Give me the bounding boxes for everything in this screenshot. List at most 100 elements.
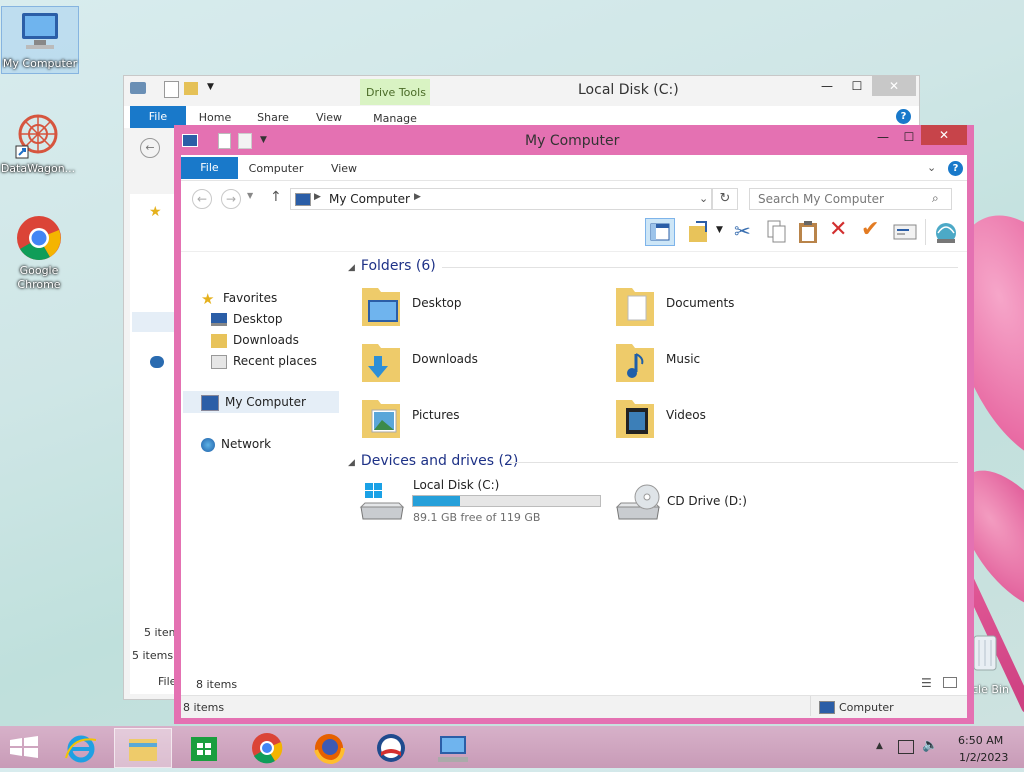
title-bar: ▼: [124, 76, 919, 106]
recent-locations-icon[interactable]: ▼: [247, 191, 253, 200]
drive-d-label: CD Drive (D:): [667, 494, 747, 508]
computer-small-icon: [182, 134, 198, 147]
volume-tray-icon[interactable]: 🔈: [922, 738, 938, 753]
properties-icon[interactable]: [164, 81, 179, 98]
network-tray-icon[interactable]: [898, 740, 914, 754]
folder-pictures[interactable]: Pictures: [360, 394, 600, 444]
folder-label: Downloads: [412, 352, 478, 366]
taskbar-store[interactable]: [176, 728, 234, 768]
large-icons-view-icon[interactable]: [943, 677, 957, 688]
tab-file[interactable]: File: [181, 157, 238, 179]
rename-checkmark-icon[interactable]: ✔: [861, 217, 879, 242]
taskbar-file-explorer[interactable]: [114, 728, 172, 768]
folder-videos[interactable]: Videos: [614, 394, 854, 444]
folder-options-icon[interactable]: [686, 218, 712, 246]
breadcrumb-my-computer[interactable]: My Computer: [329, 192, 410, 206]
folder-documents[interactable]: Documents: [614, 282, 854, 332]
search-input[interactable]: Search My Computer: [758, 192, 884, 206]
my-computer-window[interactable]: ▼ My Computer — ☐ ✕ File Computer View ⌄…: [174, 125, 974, 724]
properties-card-icon[interactable]: [893, 223, 917, 241]
desktop-icon-my-computer[interactable]: My Computer: [1, 6, 79, 74]
forward-button[interactable]: →: [221, 189, 241, 209]
nav-downloads[interactable]: Downloads: [211, 330, 299, 351]
desktop-icon-chrome[interactable]: Google Chrome: [1, 214, 77, 292]
close-button[interactable]: ✕: [921, 125, 967, 145]
favorites-icon: ★: [149, 204, 162, 220]
folder-music[interactable]: Music: [614, 338, 854, 388]
back-button[interactable]: ←: [192, 189, 212, 209]
section-rule: [510, 462, 958, 463]
network-icon: [150, 356, 164, 368]
nav-favorites[interactable]: ★ Favorites: [201, 288, 277, 309]
cd-drive-icon: [613, 481, 663, 523]
details-view-icon[interactable]: ☰: [921, 676, 932, 690]
preview-pane-button[interactable]: [645, 218, 675, 246]
status-divider: [810, 696, 811, 716]
nav-selected-row[interactable]: [132, 312, 176, 332]
desktop-icon-label: My Computer: [2, 57, 78, 70]
paste-icon[interactable]: [797, 219, 819, 245]
folder-options-dropdown-icon[interactable]: ▼: [716, 225, 723, 235]
devices-section-header[interactable]: ◢ Devices and drives (2): [348, 453, 958, 469]
tab-computer[interactable]: Computer: [245, 158, 307, 180]
collapse-arrow-icon: ◢: [348, 263, 355, 273]
cut-icon[interactable]: ✂: [734, 219, 751, 243]
search-box[interactable]: Search My Computer ⌕: [749, 188, 952, 210]
nav-pane: [130, 194, 174, 694]
nav-label: Network: [221, 437, 272, 451]
recent-places-icon: [211, 354, 227, 369]
ribbon-collapse-icon[interactable]: ⌄: [927, 161, 936, 174]
clock-time[interactable]: 6:50 AM: [958, 734, 1003, 747]
folders-section-header[interactable]: ◢ Folders (6): [348, 258, 958, 274]
folder-label: Music: [666, 352, 701, 366]
nav-desktop[interactable]: Desktop: [211, 309, 283, 330]
window-body: File Computer View ⌄ ? ← → ▼ ↑ ▶ My Comp…: [181, 155, 967, 718]
qat-dropdown-icon[interactable]: ▼: [260, 135, 267, 145]
folder-downloads[interactable]: Downloads: [360, 338, 600, 388]
copy-icon[interactable]: [765, 219, 787, 245]
refresh-button[interactable]: ↻: [712, 188, 738, 210]
computer-icon: [16, 7, 64, 55]
properties-icon[interactable]: [218, 133, 231, 149]
help-icon[interactable]: ?: [896, 109, 911, 124]
taskbar-campaign-app[interactable]: [362, 728, 420, 768]
new-folder-icon[interactable]: [184, 82, 198, 95]
show-hidden-icons-button[interactable]: ▲: [876, 741, 883, 751]
nav-recent-places[interactable]: Recent places: [211, 351, 317, 372]
nav-label: My Computer: [225, 395, 306, 409]
close-button[interactable]: ✕: [872, 76, 916, 96]
up-button[interactable]: ↑: [270, 189, 282, 205]
nav-my-computer[interactable]: My Computer: [201, 392, 306, 413]
clock-date[interactable]: 1/2/2023: [959, 751, 1008, 764]
taskbar-internet-explorer[interactable]: [52, 728, 110, 768]
new-folder-icon[interactable]: [238, 133, 252, 149]
delete-icon[interactable]: ✕: [829, 217, 847, 242]
address-bar[interactable]: ▶ My Computer ▶ ⌄: [290, 188, 712, 210]
taskbar-my-computer[interactable]: [424, 728, 482, 768]
firefox-icon: [314, 734, 345, 765]
help-icon[interactable]: ?: [948, 161, 963, 176]
status-item-count: 8 items: [183, 701, 225, 714]
section-rule: [442, 267, 958, 268]
start-button[interactable]: [0, 726, 48, 768]
breadcrumb-separator-icon: ▶: [314, 192, 321, 202]
desktop-icon-label: DataWagon...: [0, 162, 76, 175]
ribbon-divider: [181, 180, 967, 181]
campaign-logo-icon: [377, 734, 405, 762]
folder-label: Desktop: [412, 296, 462, 310]
nav-network[interactable]: Network: [201, 434, 271, 455]
back-nav-button[interactable]: ←: [140, 138, 160, 158]
taskbar-firefox[interactable]: [300, 728, 358, 768]
drive-c[interactable]: Local Disk (C:) 89.1 GB free of 119 GB: [357, 477, 607, 527]
tab-view[interactable]: View: [325, 158, 363, 180]
qat-dropdown-icon[interactable]: ▼: [207, 82, 214, 92]
favorites-star-icon: ★: [201, 289, 215, 308]
network-globe-icon[interactable]: [933, 219, 959, 245]
desktop-icon-datawagon[interactable]: DataWagon...: [0, 112, 76, 176]
drive-d[interactable]: CD Drive (D:): [613, 477, 813, 527]
folder-desktop[interactable]: Desktop: [360, 282, 600, 332]
address-dropdown-icon[interactable]: ⌄: [699, 192, 708, 205]
internet-explorer-icon: [65, 735, 97, 763]
desktop-icon-label: Google Chrome: [17, 264, 61, 291]
taskbar-chrome[interactable]: [238, 728, 296, 768]
